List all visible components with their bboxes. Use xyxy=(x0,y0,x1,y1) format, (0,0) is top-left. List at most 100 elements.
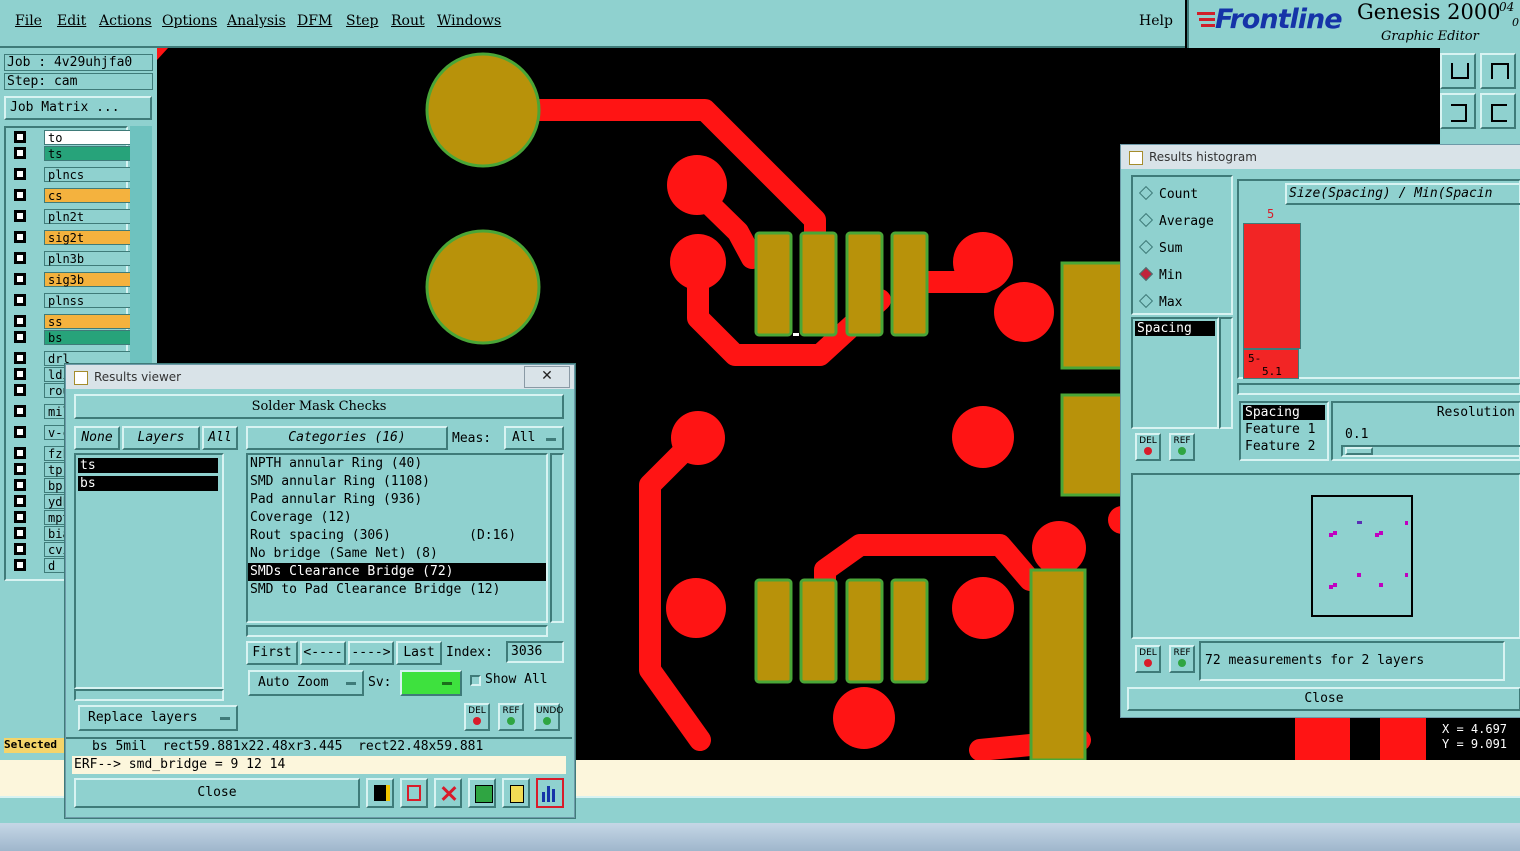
tool-grid-button[interactable] xyxy=(366,778,394,808)
layer-checkbox[interactable] xyxy=(14,231,26,243)
layer-checkbox[interactable] xyxy=(14,527,26,539)
categories-vscroll[interactable] xyxy=(550,453,564,623)
layer-name[interactable]: plnss xyxy=(44,293,136,308)
menu-analysis[interactable]: Analysis xyxy=(227,13,286,29)
menu-dfm[interactable]: DFM xyxy=(297,13,332,29)
layer-name[interactable]: plncs xyxy=(44,167,136,182)
layer-checkbox[interactable] xyxy=(14,352,26,364)
layer-name[interactable]: sig3b xyxy=(44,272,136,287)
menu-edit[interactable]: Edit xyxy=(57,13,86,29)
pan-right-button[interactable] xyxy=(1480,93,1516,129)
tool-cross-button[interactable] xyxy=(434,778,462,808)
close-window-icon[interactable]: ✕ xyxy=(524,366,570,388)
ref-button[interactable]: REF xyxy=(498,703,524,731)
layer-checkbox[interactable] xyxy=(14,543,26,555)
layer-checkbox[interactable] xyxy=(14,210,26,222)
preview-del-button[interactable]: DEL xyxy=(1135,645,1161,673)
slider-thumb[interactable] xyxy=(1345,447,1373,455)
pan-down-button[interactable] xyxy=(1480,53,1516,89)
meas-dropdown[interactable]: All xyxy=(504,426,564,450)
category-item[interactable]: SMD to Pad Clearance Bridge (12) xyxy=(248,581,546,599)
mode-min-radio[interactable]: Min xyxy=(1138,266,1182,283)
histogram-hscroll[interactable] xyxy=(1237,383,1520,395)
layer-checkbox[interactable] xyxy=(14,559,26,571)
histogram-bar[interactable] xyxy=(1243,223,1301,349)
menu-actions[interactable]: Actions xyxy=(99,13,152,29)
layer-name[interactable]: cs xyxy=(44,188,136,203)
menu-step[interactable]: Step xyxy=(346,13,378,29)
layer-checkbox[interactable] xyxy=(14,479,26,491)
menu-windows[interactable]: Windows xyxy=(437,13,501,29)
category-item[interactable]: SMDs Clearance Bridge (72) xyxy=(248,563,546,581)
layer-results-hscroll[interactable] xyxy=(74,689,224,701)
layer-checkbox[interactable] xyxy=(14,147,26,159)
layer-checkbox[interactable] xyxy=(14,331,26,343)
job-matrix-button[interactable]: Job Matrix ... xyxy=(4,96,152,120)
auto-zoom-dropdown[interactable]: Auto Zoom xyxy=(248,670,364,696)
mode-max-radio[interactable]: Max xyxy=(1138,293,1182,310)
prev-button[interactable]: <---- xyxy=(300,641,346,665)
layer-checkbox[interactable] xyxy=(14,368,26,380)
tool-green-button[interactable] xyxy=(468,778,496,808)
del-button[interactable]: DEL xyxy=(464,703,490,731)
pan-left-button[interactable] xyxy=(1440,93,1476,129)
mode-average-radio[interactable]: Average xyxy=(1138,212,1214,229)
layer-name[interactable]: to xyxy=(44,130,136,145)
layer-checkbox[interactable] xyxy=(14,511,26,523)
menu-help[interactable]: Help xyxy=(1139,13,1173,29)
layer-result-ts[interactable]: ts xyxy=(78,458,218,473)
tool-report-button[interactable] xyxy=(502,778,530,808)
close-button[interactable]: Close xyxy=(74,778,360,808)
preview-ref-button[interactable]: REF xyxy=(1169,645,1195,673)
histogram-close-button[interactable]: Close xyxy=(1127,687,1520,711)
resolution-slider[interactable] xyxy=(1341,445,1520,457)
category-item[interactable]: No bridge (Same Net) (8) xyxy=(248,545,546,563)
category-item[interactable]: SMD annular Ring (1108) xyxy=(248,473,546,491)
menu-options[interactable]: Options xyxy=(162,13,217,29)
show-all-checkbox[interactable] xyxy=(470,675,481,686)
undo-button[interactable]: UNDO xyxy=(534,703,563,731)
layer-checkbox[interactable] xyxy=(14,131,26,143)
layer-checkbox[interactable] xyxy=(14,426,26,438)
category-item[interactable]: Coverage (12) xyxy=(248,509,546,527)
field-option-feature-1[interactable]: Feature 1 xyxy=(1243,422,1325,437)
first-button[interactable]: First xyxy=(246,641,298,665)
measure-field-spacing[interactable]: Spacing xyxy=(1135,321,1215,336)
categories-hscroll[interactable] xyxy=(246,625,548,637)
next-button[interactable]: ----> xyxy=(348,641,394,665)
tool-red-box-button[interactable] xyxy=(400,778,428,808)
all-button[interactable]: All xyxy=(202,426,238,450)
layer-checkbox[interactable] xyxy=(14,252,26,264)
field-option-spacing[interactable]: Spacing xyxy=(1243,405,1325,420)
layer-checkbox[interactable] xyxy=(14,463,26,475)
layer-checkbox[interactable] xyxy=(14,495,26,507)
layer-checkbox[interactable] xyxy=(14,384,26,396)
category-item[interactable]: Rout spacing (306) (D:16) xyxy=(248,527,546,545)
none-button[interactable]: None xyxy=(74,426,120,450)
menu-file[interactable]: File xyxy=(15,13,42,29)
board-preview[interactable] xyxy=(1311,495,1413,617)
mode-count-radio[interactable]: Count xyxy=(1138,185,1198,202)
layer-name[interactable]: pln2t xyxy=(44,209,136,224)
layer-checkbox[interactable] xyxy=(14,273,26,285)
layer-checkbox[interactable] xyxy=(14,294,26,306)
menu-rout[interactable]: Rout xyxy=(391,13,425,29)
layer-name[interactable]: sig2t xyxy=(44,230,136,245)
severity-dropdown[interactable] xyxy=(400,670,462,696)
layer-checkbox[interactable] xyxy=(14,168,26,180)
layer-name[interactable]: ts xyxy=(44,146,136,161)
hist-ref-button[interactable]: REF xyxy=(1169,433,1195,461)
category-item[interactable]: Pad annular Ring (936) xyxy=(248,491,546,509)
index-input[interactable]: 3036 xyxy=(506,641,564,663)
measure-field-vscroll[interactable] xyxy=(1219,317,1233,429)
histogram-button[interactable] xyxy=(536,778,564,808)
replace-layers-dropdown[interactable]: Replace layers xyxy=(78,705,238,731)
layer-result-bs[interactable]: bs xyxy=(78,476,218,491)
mode-sum-radio[interactable]: Sum xyxy=(1138,239,1182,256)
layer-checkbox[interactable] xyxy=(14,315,26,327)
category-item[interactable]: NPTH annular Ring (40) xyxy=(248,455,546,473)
layer-name[interactable]: ss xyxy=(44,314,136,329)
field-option-feature-2[interactable]: Feature 2 xyxy=(1243,439,1325,454)
layer-checkbox[interactable] xyxy=(14,189,26,201)
pan-up-button[interactable] xyxy=(1440,53,1476,89)
